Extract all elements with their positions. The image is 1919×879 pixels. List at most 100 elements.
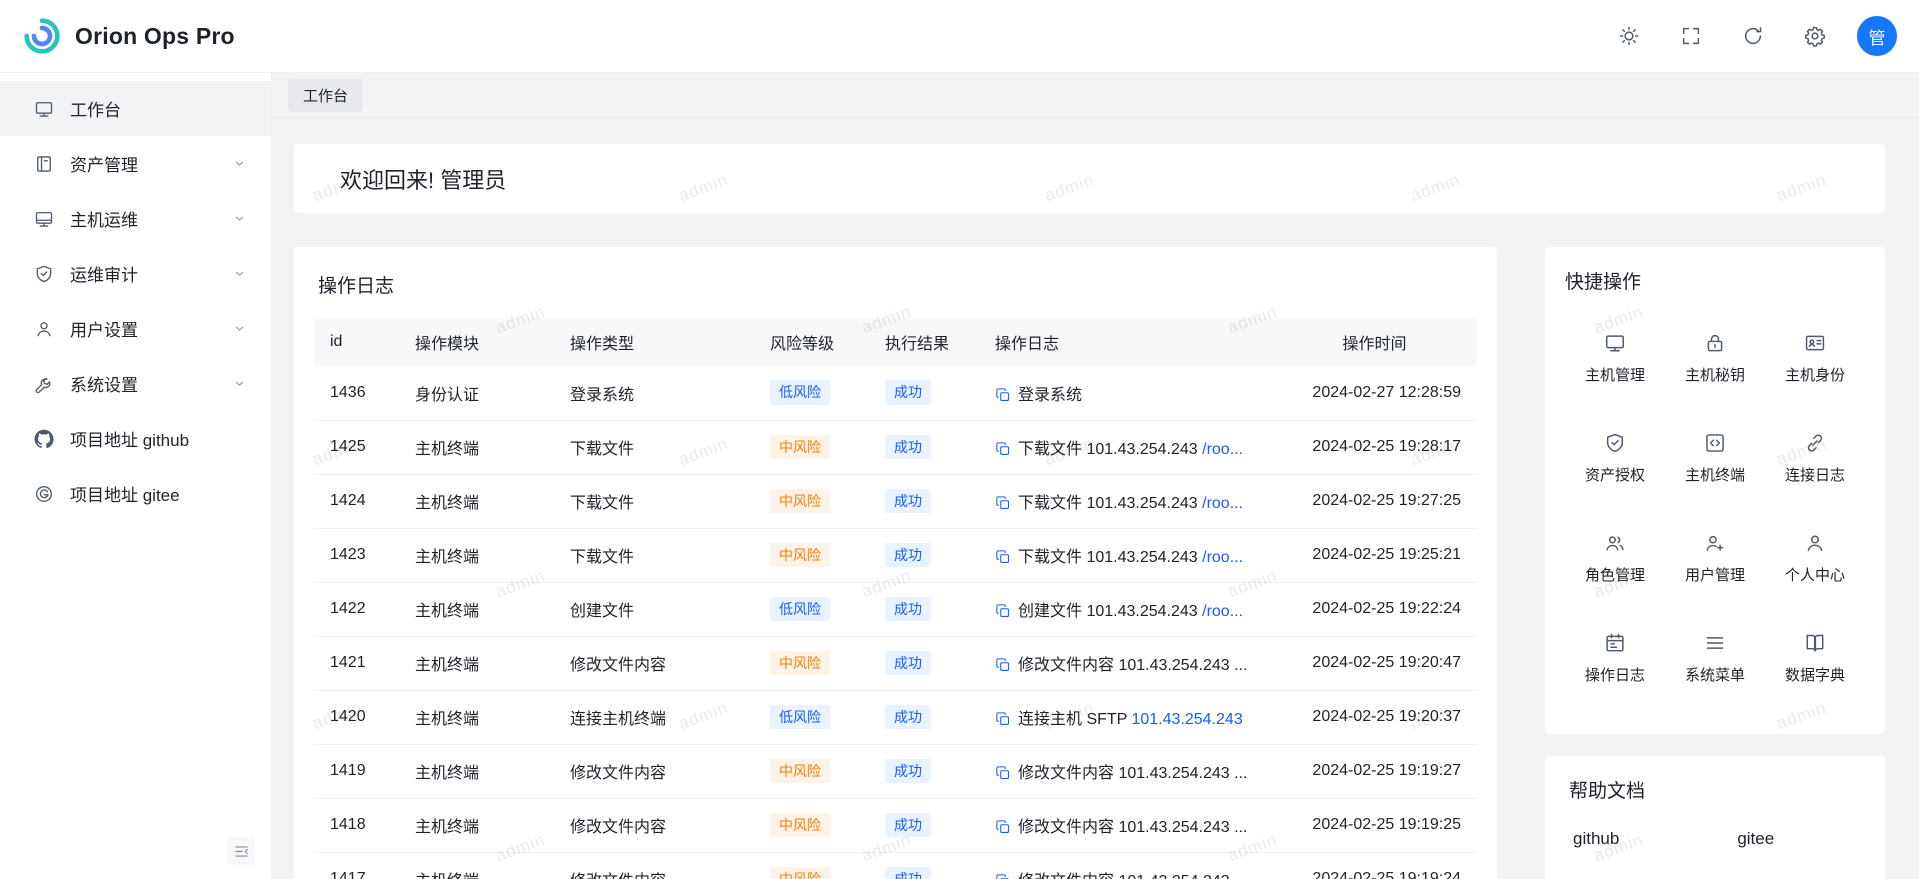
quick-action-host-terminal[interactable]: 主机终端: [1665, 408, 1765, 508]
cell-time: 2024-02-25 19:22:24: [1272, 582, 1477, 636]
cell-type: 下载文件: [554, 528, 754, 582]
log-text: 登录系统: [1018, 387, 1082, 404]
cell-id: 1420: [314, 690, 399, 744]
help-link-gitee[interactable]: gitee: [1737, 829, 1774, 849]
copy-icon[interactable]: [995, 441, 1011, 457]
sidebar-item-ops-audit[interactable]: 运维审计: [0, 246, 271, 301]
copy-icon[interactable]: [995, 873, 1011, 879]
users-icon: [1604, 532, 1626, 554]
cell-type: 修改文件内容: [554, 852, 754, 879]
sidebar-item-gitee[interactable]: 项目地址 gitee: [0, 466, 271, 521]
quick-action-label: 资产授权: [1585, 464, 1645, 485]
cell-risk: 中风险: [754, 798, 869, 852]
welcome-message: 欢迎回来! 管理员: [340, 163, 506, 195]
terminal-icon: [1704, 432, 1726, 454]
cell-result: 成功: [869, 798, 979, 852]
user-avatar[interactable]: 管: [1857, 16, 1897, 56]
quick-action-profile[interactable]: 个人中心: [1765, 508, 1865, 608]
quick-action-label: 主机秘钥: [1685, 364, 1745, 385]
quick-action-label: 系统菜单: [1685, 664, 1745, 685]
sidebar-item-host-ops[interactable]: 主机运维: [0, 191, 271, 246]
log-link[interactable]: /roo...: [1202, 603, 1243, 620]
cell-risk: 中风险: [754, 474, 869, 528]
log-row: 1422主机终端创建文件低风险成功创建文件 101.43.254.243 /ro…: [314, 582, 1477, 636]
copy-icon[interactable]: [995, 819, 1011, 835]
log-text: 下载文件 101.43.254.243: [1018, 549, 1202, 566]
quick-action-asset-grant[interactable]: 资产授权: [1565, 408, 1665, 508]
fullscreen-button[interactable]: [1671, 16, 1711, 56]
copy-icon[interactable]: [995, 495, 1011, 511]
log-link[interactable]: /roo...: [1202, 549, 1243, 566]
log-link[interactable]: /roo...: [1202, 495, 1243, 512]
copy-icon[interactable]: [995, 387, 1011, 403]
cell-module: 主机终端: [399, 744, 554, 798]
sidebar-item-system-settings[interactable]: 系统设置: [0, 356, 271, 411]
cell-module: 主机终端: [399, 474, 554, 528]
risk-tag: 低风险: [770, 597, 830, 622]
calendar-icon: [1604, 632, 1626, 654]
quick-action-host-identity[interactable]: 主机身份: [1765, 308, 1865, 408]
result-tag: 成功: [885, 759, 931, 784]
cell-risk: 低风险: [754, 366, 869, 420]
monitor-icon: [1604, 332, 1626, 354]
cell-risk: 中风险: [754, 528, 869, 582]
cell-risk: 中风险: [754, 744, 869, 798]
desktop-icon: [34, 209, 54, 229]
sidebar: 工作台资产管理主机运维运维审计用户设置系统设置项目地址 github项目地址 g…: [0, 73, 272, 879]
cell-id: 1436: [314, 366, 399, 420]
sidebar-item-github[interactable]: 项目地址 github: [0, 411, 271, 466]
sidebar-item-user-settings[interactable]: 用户设置: [0, 301, 271, 356]
sidebar-item-workbench[interactable]: 工作台: [0, 81, 271, 136]
quick-action-role-manage[interactable]: 角色管理: [1565, 508, 1665, 608]
copy-icon[interactable]: [995, 711, 1011, 727]
quick-action-host-keys[interactable]: 主机秘钥: [1665, 308, 1765, 408]
quick-action-host-manage[interactable]: 主机管理: [1565, 308, 1665, 408]
log-link[interactable]: /roo...: [1202, 441, 1243, 458]
cell-id: 1423: [314, 528, 399, 582]
refresh-button[interactable]: [1733, 16, 1773, 56]
chevron-down-icon: [232, 321, 247, 336]
app-logo-icon: [22, 16, 62, 56]
cell-time: 2024-02-25 19:19:27: [1272, 744, 1477, 798]
copy-icon[interactable]: [995, 765, 1011, 781]
cell-risk: 中风险: [754, 852, 869, 879]
user-icon: [1804, 532, 1826, 554]
log-link[interactable]: 101.43.254.243: [1132, 711, 1243, 728]
settings-button[interactable]: [1795, 16, 1835, 56]
log-text: 下载文件 101.43.254.243: [1018, 441, 1202, 458]
sidebar-item-label: 运维审计: [70, 261, 216, 286]
operation-log-table: id 操作模块 操作类型 风险等级 执行结果 操作日志 操作时间 1436身份认…: [314, 318, 1477, 879]
cell-result: 成功: [869, 744, 979, 798]
quick-action-system-menu[interactable]: 系统菜单: [1665, 608, 1765, 708]
theme-toggle-button[interactable]: [1609, 16, 1649, 56]
quick-action-connect-log[interactable]: 连接日志: [1765, 408, 1865, 508]
cell-log: 修改文件内容 101.43.254.243 ...: [979, 798, 1272, 852]
cell-result: 成功: [869, 366, 979, 420]
quick-action-user-manage[interactable]: 用户管理: [1665, 508, 1765, 608]
cell-risk: 低风险: [754, 582, 869, 636]
menu-icon: [1704, 632, 1726, 654]
quick-action-data-dict[interactable]: 数据字典: [1765, 608, 1865, 708]
sidebar-collapse-button[interactable]: [227, 837, 255, 865]
cell-id: 1417: [314, 852, 399, 879]
tab-workbench[interactable]: 工作台: [288, 79, 363, 112]
risk-tag: 中风险: [770, 651, 830, 676]
cell-time: 2024-02-25 19:19:24: [1272, 852, 1477, 879]
sidebar-item-asset-management[interactable]: 资产管理: [0, 136, 271, 191]
copy-icon[interactable]: [995, 657, 1011, 673]
column-header-log: 操作日志: [979, 318, 1272, 366]
copy-icon[interactable]: [995, 549, 1011, 565]
cell-id: 1421: [314, 636, 399, 690]
risk-tag: 中风险: [770, 543, 830, 568]
copy-icon[interactable]: [995, 603, 1011, 619]
column-header-time: 操作时间: [1272, 318, 1477, 366]
app-title: Orion Ops Pro: [75, 23, 235, 50]
cell-risk: 中风险: [754, 420, 869, 474]
content-area: 欢迎回来! 管理员 操作日志 id 操作模块 操作类型 风险等级: [272, 118, 1919, 879]
help-link-github[interactable]: github: [1573, 829, 1619, 849]
menu-fold-icon: [233, 843, 250, 860]
result-tag: 成功: [885, 435, 931, 460]
log-row: 1420主机终端连接主机终端低风险成功连接主机 SFTP 101.43.254.…: [314, 690, 1477, 744]
quick-action-operation-log[interactable]: 操作日志: [1565, 608, 1665, 708]
cell-module: 主机终端: [399, 690, 554, 744]
